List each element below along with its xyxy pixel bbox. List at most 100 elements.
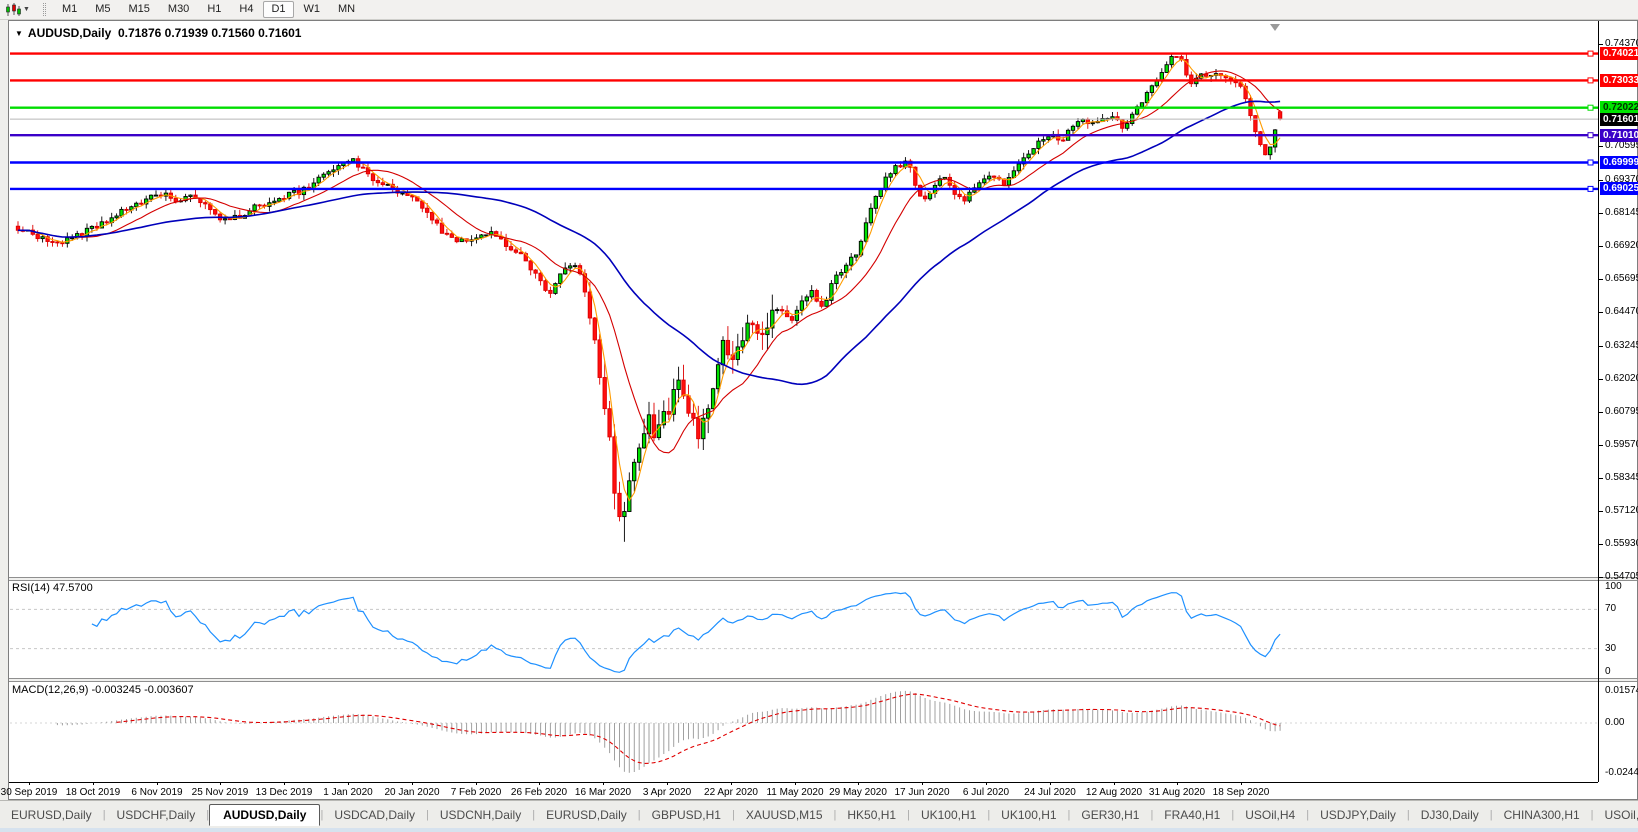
date-label: 22 Apr 2020 <box>694 787 768 798</box>
date-label: 18 Oct 2019 <box>56 787 130 798</box>
timeframe-button-m1[interactable]: M1 <box>54 1 85 18</box>
tab-ger30-h1[interactable]: GER30,H1 <box>1070 805 1150 825</box>
date-tick-mark <box>986 782 987 785</box>
date-tick-mark <box>1050 782 1051 785</box>
date-tick-mark <box>348 782 349 785</box>
tab-usdjpy-daily[interactable]: USDJPY,Daily <box>1309 805 1407 825</box>
timeframe-button-d1[interactable]: D1 <box>263 1 293 18</box>
chart-type-icon[interactable] <box>5 3 21 17</box>
price-tick-mark <box>1599 312 1603 313</box>
tab-dj30-daily[interactable]: DJ30,Daily <box>1410 805 1490 825</box>
date-label: 31 Aug 2020 <box>1140 787 1214 798</box>
macd-axis-label: 0.00 <box>1605 717 1624 728</box>
price-tick-label: 0.64470 <box>1605 306 1638 317</box>
rsi-axis-label: 0 <box>1605 666 1611 677</box>
timeframe-button-m30[interactable]: M30 <box>160 1 197 18</box>
price-tick-label: 0.57120 <box>1605 505 1638 516</box>
date-tick-mark <box>157 782 158 785</box>
price-tick-label: 0.62020 <box>1605 373 1638 384</box>
date-label: 1 Jan 2020 <box>311 787 385 798</box>
date-label: 25 Nov 2019 <box>183 787 257 798</box>
rsi-axis-label: 30 <box>1605 643 1616 654</box>
date-tick-mark <box>731 782 732 785</box>
price-tick-mark <box>1599 213 1603 214</box>
date-label: 18 Sep 2020 <box>1204 787 1278 798</box>
price-tick-mark <box>1599 511 1603 512</box>
price-tick-mark <box>1599 44 1603 45</box>
symbol-caret-icon[interactable]: ▼ <box>15 29 23 38</box>
date-label: 13 Dec 2019 <box>247 787 321 798</box>
date-tick-mark <box>539 782 540 785</box>
price-tick-label: 0.65695 <box>1605 273 1638 284</box>
price-tick-mark <box>1599 180 1603 181</box>
tab-usdchf-daily[interactable]: USDCHF,Daily <box>106 805 207 825</box>
timeframes-toolbar: ▼ M1M5M15M30H1H4D1W1MN <box>0 0 1638 20</box>
date-label: 29 May 2020 <box>821 787 895 798</box>
timeframe-button-mn[interactable]: MN <box>330 1 363 18</box>
date-tick-mark <box>1177 782 1178 785</box>
date-tick-mark <box>412 782 413 785</box>
chart-symbol: AUDUSD,Daily <box>28 26 111 40</box>
timeframe-button-m5[interactable]: M5 <box>87 1 118 18</box>
timeframe-button-m15[interactable]: M15 <box>121 1 158 18</box>
tab-gbpusd-h1[interactable]: GBPUSD,H1 <box>641 805 732 825</box>
tab-fra40-h1[interactable]: FRA40,H1 <box>1153 805 1231 825</box>
rsi-axis-label: 100 <box>1605 581 1622 592</box>
price-tick-label: 0.59570 <box>1605 439 1638 450</box>
date-tick-mark <box>1114 782 1115 785</box>
date-label: 17 Jun 2020 <box>885 787 959 798</box>
date-tick-mark <box>29 782 30 785</box>
price-tick-mark <box>1599 544 1603 545</box>
tab-hk50-h1[interactable]: HK50,H1 <box>836 805 907 825</box>
tab-china300-h1[interactable]: CHINA300,H1 <box>1493 805 1591 825</box>
tab-uk100-h1[interactable]: UK100,H1 <box>990 805 1067 825</box>
tab-usoil-h4[interactable]: USOil,H4 <box>1234 805 1306 825</box>
timeframe-buttons: M1M5M15M30H1H4D1W1MN <box>53 1 364 18</box>
timeframe-button-h4[interactable]: H4 <box>231 1 261 18</box>
price-tick-label: 0.55930 <box>1605 538 1638 549</box>
price-tick-mark <box>1599 412 1603 413</box>
tab-eurusd-daily[interactable]: EURUSD,Daily <box>0 805 103 825</box>
tab-usoil-h[interactable]: USOil,H <box>1594 805 1638 825</box>
macd-pane[interactable] <box>10 682 1598 787</box>
chart-type-caret-icon[interactable]: ▼ <box>23 6 30 13</box>
status-strip <box>0 828 1638 832</box>
macd-indicator-label: MACD(12,26,9) -0.003245 -0.003607 <box>12 684 194 696</box>
chart-tabs-bar: EURUSD,Daily|USDCHF,Daily|AUDUSD,Daily|U… <box>0 800 1638 829</box>
price-tick-label: 0.60795 <box>1605 406 1638 417</box>
rsi-axis-label: 70 <box>1605 603 1616 614</box>
timeframe-button-w1[interactable]: W1 <box>296 1 329 18</box>
price-line-badge: 0.73033 <box>1600 74 1638 87</box>
rsi-pane[interactable] <box>10 580 1598 683</box>
date-tick-mark <box>858 782 859 785</box>
date-tick-mark <box>795 782 796 785</box>
rsi-indicator-label: RSI(14) 47.5700 <box>12 582 93 594</box>
chart-ohlc-values: 0.71876 0.71939 0.71560 0.71601 <box>118 26 302 40</box>
macd-axis-label: 0.015741 <box>1605 685 1638 696</box>
price-tick-mark <box>1599 577 1603 578</box>
price-line-badge: 0.74021 <box>1600 47 1638 60</box>
timeframe-button-h1[interactable]: H1 <box>199 1 229 18</box>
price-line-badge: 0.69025 <box>1600 182 1638 195</box>
tab-uk100-h1[interactable]: UK100,H1 <box>910 805 987 825</box>
macd-axis-label: -0.024411 <box>1605 767 1638 778</box>
toolbar-grip[interactable] <box>43 3 46 16</box>
tab-xauusd-m15[interactable]: XAUUSD,M15 <box>735 805 834 825</box>
macd-canvas <box>10 682 1598 782</box>
tab-audusd-daily-active[interactable]: AUDUSD,Daily <box>209 804 320 826</box>
date-label: 3 Apr 2020 <box>630 787 704 798</box>
date-tick-mark <box>284 782 285 785</box>
rsi-canvas <box>10 580 1598 678</box>
tab-usdcad-daily[interactable]: USDCAD,Daily <box>323 805 426 825</box>
current-price-badge: 0.71601 <box>1600 113 1638 126</box>
price-tick-mark <box>1599 279 1603 280</box>
price-line-badge: 0.71010 <box>1600 129 1638 142</box>
price-tick-mark <box>1599 478 1603 479</box>
price-pane[interactable] <box>10 23 1598 582</box>
mt4-application: ▼ M1M5M15M30H1H4D1W1MN ▼ AUDUSD,Daily 0.7… <box>0 0 1638 832</box>
tab-usdcnh-daily[interactable]: USDCNH,Daily <box>429 805 532 825</box>
date-tick-mark <box>922 782 923 785</box>
tab-eurusd-daily[interactable]: EURUSD,Daily <box>535 805 638 825</box>
price-tick-label: 0.68145 <box>1605 207 1638 218</box>
date-tick-mark <box>220 782 221 785</box>
